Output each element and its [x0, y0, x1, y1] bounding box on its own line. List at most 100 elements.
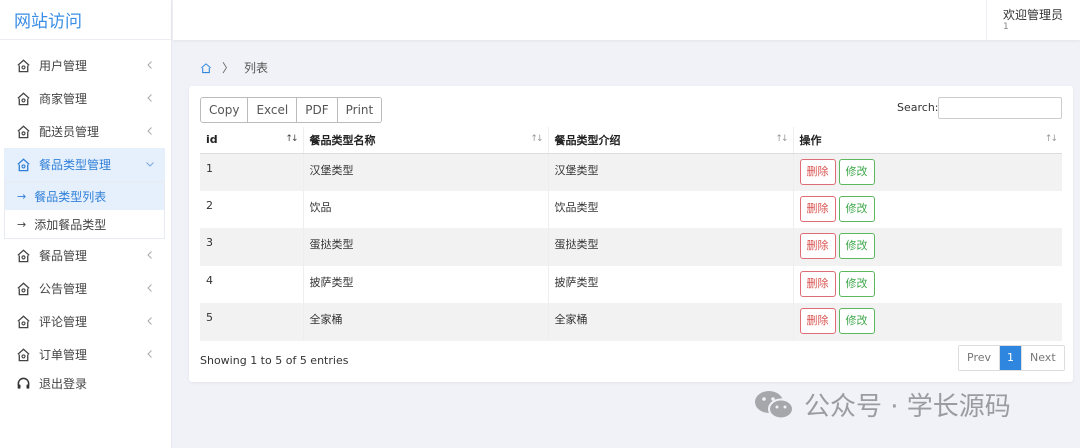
excel-button[interactable]: Excel [248, 98, 298, 122]
column-header-id[interactable]: id ↑↓ [200, 127, 303, 154]
delete-button[interactable]: 删除 [799, 158, 836, 185]
delete-button[interactable]: 删除 [799, 270, 836, 297]
watermark-text: 公众号 · 学长源码 [804, 392, 1011, 422]
edit-button[interactable]: 修改 [838, 195, 875, 222]
sidebar-item-couriers[interactable]: 配送员管理 [0, 115, 171, 148]
sidebar-item-label: 订单管理 [39, 348, 88, 362]
submenu-item-label: 餐品类型列表 [34, 189, 107, 204]
chevron-left-icon [145, 93, 155, 103]
edit-button[interactable]: 修改 [838, 308, 875, 334]
submenu-item-add-food-type[interactable]: → 添加餐品类型 [5, 210, 164, 238]
delete-button[interactable]: 删除 [799, 233, 836, 259]
top-header [173, 0, 1080, 40]
search-label: Search: [897, 101, 939, 114]
sidebar-item-label: 评论管理 [39, 315, 88, 329]
column-header-name[interactable]: 餐品类型名称 ↑↓ [302, 127, 548, 154]
edit-button[interactable]: 修改 [838, 270, 875, 297]
table-header-row: id ↑↓ 餐品类型名称 ↑↓ 餐品类型介绍 ↑↓ 操作 ↑↓ [200, 127, 1062, 154]
food-type-table: id ↑↓ 餐品类型名称 ↑↓ 餐品类型介绍 ↑↓ 操作 ↑↓ 1 汉堡类型 汉堡类型 … [200, 127, 1062, 341]
delete-button[interactable]: 删除 [799, 195, 836, 222]
sidebar-item-comments[interactable]: 评论管理 [0, 305, 171, 338]
cell-name: 披萨类型 [302, 265, 548, 303]
home-icon [16, 347, 31, 362]
cell-desc: 汉堡类型 [547, 153, 793, 191]
watermark: 公众号 · 学长源码 [752, 386, 1011, 423]
sidebar-item-notices[interactable]: 公告管理 [0, 272, 171, 305]
cell-name: 全家桶 [302, 303, 548, 341]
cell-desc: 披萨类型 [547, 265, 793, 303]
sidebar-item-logout[interactable]: 退出登录 [0, 367, 171, 400]
chevron-left-icon [145, 250, 155, 260]
prev-page-button[interactable]: Prev [959, 346, 1000, 370]
sidebar-item-users[interactable]: 用户管理 [0, 49, 171, 82]
home-icon [16, 58, 31, 73]
chevron-left-icon [145, 316, 155, 326]
column-header-label: id [206, 133, 218, 147]
sidebar-item-label: 退出登录 [39, 377, 88, 391]
cell-id: 2 [206, 198, 213, 212]
cell-actions: 删除 修改 [792, 153, 1062, 191]
cell-id: 3 [200, 228, 303, 266]
column-header-desc[interactable]: 餐品类型介绍 ↑↓ [547, 127, 793, 154]
home-icon[interactable] [200, 62, 212, 74]
cell-name: 饮品 [302, 190, 548, 228]
edit-button[interactable]: 修改 [838, 158, 875, 185]
headset-icon [16, 376, 31, 391]
home-icon [16, 91, 31, 106]
breadcrumb-current: 列表 [244, 61, 269, 75]
home-icon [16, 157, 31, 172]
home-icon [16, 248, 31, 263]
cell-actions: 删除 修改 [792, 265, 1062, 303]
arrow-right-icon: → [17, 189, 27, 203]
chevron-left-icon [145, 126, 155, 136]
sort-icon: ↑↓ [285, 134, 298, 144]
table-info: Showing 1 to 5 of 5 entries [200, 354, 349, 367]
export-button-group: Copy Excel PDF Print [200, 97, 383, 123]
cell-id: 5 [200, 303, 303, 341]
cell-name: 蛋挞类型 [302, 228, 548, 266]
cell-id: 4 [206, 273, 213, 287]
wechat-icon [752, 388, 796, 422]
pagination: Prev 1 Next [958, 345, 1065, 371]
sort-icon: ↑↓ [775, 134, 788, 144]
print-button[interactable]: Print [337, 98, 382, 122]
breadcrumb: 〉 列表 [200, 59, 268, 76]
copy-button[interactable]: Copy [201, 98, 249, 122]
welcome-subtext: 1 [1003, 22, 1009, 32]
chevron-down-icon [145, 159, 155, 169]
submenu-item-label: 添加餐品类型 [34, 217, 107, 232]
submenu-food-types: → 餐品类型列表 → 添加餐品类型 [4, 181, 165, 239]
cell-actions: 删除 修改 [792, 303, 1062, 341]
sidebar-item-food-types[interactable]: 餐品类型管理 [4, 148, 165, 181]
next-page-button[interactable]: Next [1022, 346, 1064, 370]
cell-desc: 饮品类型 [547, 190, 793, 228]
table-row: 5 全家桶 全家桶 删除 修改 [200, 303, 1062, 341]
sidebar-item-merchants[interactable]: 商家管理 [0, 82, 171, 115]
page-1-button[interactable]: 1 [1000, 346, 1022, 370]
column-header-actions[interactable]: 操作 ↑↓ [792, 127, 1062, 154]
sidebar-item-label: 配送员管理 [39, 125, 100, 139]
chevron-right-icon: 〉 [222, 61, 235, 75]
column-header-label: 餐品类型名称 [309, 133, 376, 147]
cell-desc: 蛋挞类型 [547, 228, 793, 266]
app-title[interactable]: 网站访问 [0, 0, 171, 40]
sidebar-item-foods[interactable]: 餐品管理 [0, 239, 171, 272]
arrow-right-icon: → [17, 217, 27, 231]
cell-actions: 删除 修改 [792, 228, 1062, 266]
pdf-button[interactable]: PDF [297, 98, 338, 122]
welcome-text[interactable]: 欢迎管理员 [1003, 6, 1063, 23]
home-icon [16, 281, 31, 296]
sort-icon: ↑↓ [1044, 134, 1058, 144]
header-divider [986, 0, 987, 40]
sidebar-item-label: 公告管理 [39, 282, 88, 296]
chevron-left-icon [145, 283, 155, 293]
submenu-item-food-type-list[interactable]: → 餐品类型列表 [5, 182, 164, 210]
sidebar-item-label: 用户管理 [39, 59, 88, 73]
delete-button[interactable]: 删除 [799, 308, 836, 334]
sidebar-item-label: 餐品类型管理 [39, 158, 112, 172]
home-icon [16, 124, 31, 139]
sidebar-item-label: 商家管理 [39, 92, 88, 106]
edit-button[interactable]: 修改 [838, 233, 875, 259]
search-input[interactable] [938, 97, 1062, 119]
chevron-left-icon [145, 349, 155, 359]
